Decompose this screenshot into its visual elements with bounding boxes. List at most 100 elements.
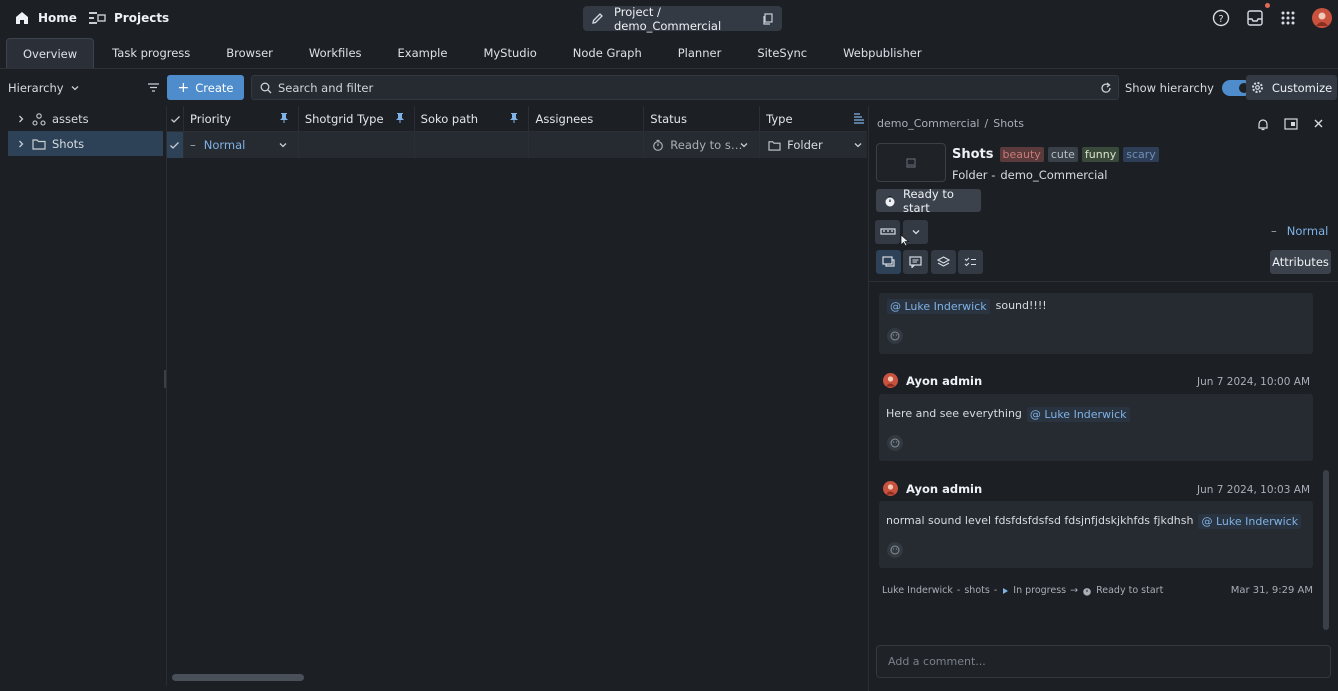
status-button[interactable]: Ready to start [876, 186, 981, 215]
refresh-icon[interactable] [1100, 82, 1112, 94]
feed-comments-button[interactable] [903, 250, 928, 274]
entity-subtitle: Folder - demo_Commercial [952, 168, 1108, 182]
breadcrumb-entity[interactable]: Shots [993, 117, 1024, 130]
activity-user: Luke Inderwick [882, 585, 953, 596]
breadcrumb-project[interactable]: demo_Commercial [877, 117, 980, 130]
row-checkbox[interactable] [167, 132, 184, 158]
search-input[interactable]: Search and filter [251, 75, 1119, 100]
assignee-button[interactable] [875, 220, 900, 244]
select-all-column[interactable] [167, 106, 184, 132]
project-path-pill[interactable]: Project / demo_Commercial [583, 5, 782, 33]
column-label: Soko path [420, 112, 479, 126]
add-reaction-icon[interactable] [887, 435, 903, 451]
thumbnail[interactable] [876, 143, 946, 182]
column-menu-icon[interactable] [853, 112, 865, 124]
feed-all-button[interactable] [876, 250, 901, 274]
chevron-right-icon[interactable] [16, 139, 26, 149]
priority-cell[interactable]: – Normal [184, 132, 299, 158]
check-icon [169, 140, 180, 151]
help-icon[interactable]: ? [1212, 9, 1230, 27]
assignees-cell[interactable] [529, 132, 645, 158]
apps-grid-icon[interactable] [1280, 10, 1296, 26]
vertical-scrollbar[interactable] [1323, 470, 1329, 630]
chevron-down-icon[interactable] [278, 140, 288, 150]
mention-link[interactable]: @ Luke Inderwick [1198, 514, 1302, 529]
add-reaction-icon[interactable] [887, 328, 903, 344]
tree-item-assets[interactable]: assets [8, 106, 163, 131]
tab-browser[interactable]: Browser [208, 38, 291, 68]
feed-versions-button[interactable] [931, 250, 956, 274]
priority-indicator[interactable]: – Normal [1271, 224, 1328, 238]
filter-icon[interactable] [147, 81, 160, 94]
status-cell[interactable]: Ready to s… [644, 132, 761, 158]
customize-button[interactable]: Customize [1246, 75, 1337, 100]
table-row[interactable]: – Normal Ready to s… Folder [167, 132, 867, 158]
tab-node-graph[interactable]: Node Graph [555, 38, 660, 68]
tab-task-progress[interactable]: Task progress [94, 38, 208, 68]
horizontal-scrollbar[interactable] [172, 674, 304, 681]
show-hierarchy-label: Show hierarchy [1125, 80, 1214, 95]
pin-icon[interactable] [394, 112, 406, 124]
tab-sitesync[interactable]: SiteSync [739, 38, 825, 68]
column-header-priority[interactable]: Priority [184, 106, 299, 132]
add-reaction-icon[interactable] [887, 542, 903, 558]
status-label: Ready to start [903, 186, 954, 215]
inbox-icon[interactable] [1246, 9, 1264, 27]
projects-link[interactable]: Projects [88, 10, 169, 26]
comment-input[interactable]: Add a comment... [876, 645, 1331, 678]
tag-beauty[interactable]: beauty [999, 147, 1044, 162]
type-value: Folder [787, 138, 823, 152]
create-button[interactable]: + Create [167, 75, 244, 100]
tab-webpublisher[interactable]: Webpublisher [825, 38, 939, 68]
open-window-icon[interactable] [1284, 118, 1298, 130]
chevron-right-icon[interactable] [16, 114, 26, 124]
comment-author: Ayon admin [883, 373, 982, 388]
chevron-down-icon[interactable] [853, 140, 863, 150]
column-header-type[interactable]: Type [760, 106, 867, 132]
tag-cute[interactable]: cute [1047, 147, 1078, 162]
home-link[interactable]: Home [14, 10, 77, 26]
type-cell[interactable]: Folder [760, 132, 867, 158]
chevron-down-icon [70, 83, 80, 93]
comment-text: Here and see everything [886, 407, 1022, 420]
tag-funny[interactable]: funny [1081, 147, 1120, 162]
top-bar: Home Projects Project / demo_Commercial … [0, 0, 1338, 38]
chat-icon [881, 256, 896, 268]
tab-label: Example [397, 46, 448, 60]
tab-example[interactable]: Example [380, 38, 466, 68]
show-hierarchy-toggle[interactable]: Show hierarchy [1125, 75, 1252, 100]
pin-icon[interactable] [278, 112, 290, 124]
projects-label: Projects [114, 11, 170, 25]
soko-path-cell[interactable] [415, 132, 530, 158]
column-header-status[interactable]: Status [644, 106, 761, 132]
asset-icon [32, 112, 46, 126]
tab-mystudio[interactable]: MyStudio [465, 38, 554, 68]
tag-scary[interactable]: scary [1123, 147, 1159, 162]
comment-card: normal sound level fdsfdsfdsfsd fdsjnfjd… [879, 501, 1313, 568]
user-avatar-icon[interactable] [1312, 8, 1332, 28]
copy-icon[interactable] [762, 12, 774, 25]
tab-label: Browser [226, 46, 273, 60]
tab-workfiles[interactable]: Workfiles [291, 38, 380, 68]
shotgrid-type-cell[interactable] [299, 132, 415, 158]
avatar-icon [883, 481, 898, 496]
mention-link[interactable]: @ Luke Inderwick [1026, 407, 1130, 422]
mention-link[interactable]: @ Luke Inderwick [887, 299, 990, 314]
close-icon[interactable] [1313, 118, 1324, 129]
create-label: Create [195, 80, 234, 95]
comment-text: sound!!!! [995, 299, 1047, 312]
tab-planner[interactable]: Planner [660, 38, 740, 68]
bell-icon[interactable] [1257, 118, 1269, 131]
pin-icon[interactable] [508, 112, 520, 124]
tree-item-shots[interactable]: Shots [8, 131, 163, 156]
feed-checklist-button[interactable] [958, 250, 983, 274]
chevron-down-icon[interactable] [739, 140, 749, 150]
column-header-soko-path[interactable]: Soko path [415, 106, 530, 132]
check-icon [170, 114, 181, 125]
comment-body: @ Luke Inderwick sound!!!! [887, 299, 1047, 314]
hierarchy-dropdown[interactable]: Hierarchy [8, 75, 160, 100]
tab-overview[interactable]: Overview [6, 38, 95, 68]
column-header-assignees[interactable]: Assignees [529, 106, 645, 132]
attributes-button[interactable]: Attributes [1270, 250, 1331, 274]
column-header-shotgrid-type[interactable]: Shotgrid Type [299, 106, 415, 132]
